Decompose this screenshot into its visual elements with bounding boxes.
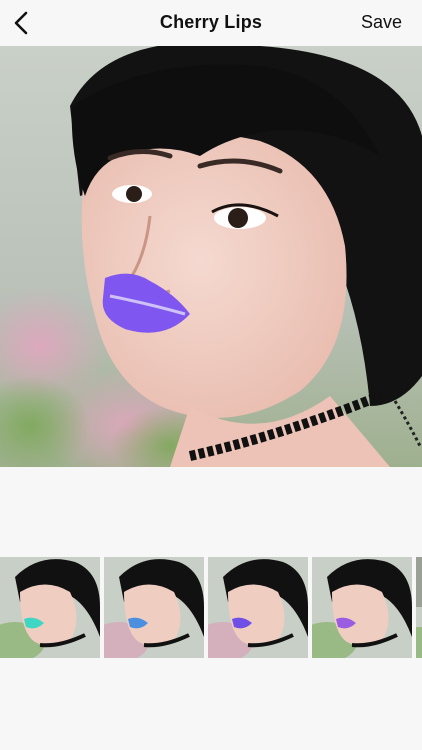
thumbnail-portrait bbox=[416, 557, 422, 658]
thumbnail-portrait bbox=[104, 557, 204, 658]
thumbnail-strip bbox=[0, 557, 422, 658]
save-button[interactable]: Save bbox=[361, 12, 402, 33]
top-bar: Cherry Lips Save bbox=[0, 0, 422, 46]
thumbnail-portrait bbox=[208, 557, 308, 658]
thumbnail-portrait bbox=[312, 557, 412, 658]
thumbnail-portrait bbox=[0, 557, 100, 658]
page-title: Cherry Lips bbox=[159, 12, 263, 32]
main-photo[interactable] bbox=[0, 46, 422, 467]
thumbnail-2[interactable] bbox=[104, 557, 204, 658]
thumbnail-4[interactable] bbox=[312, 557, 412, 658]
thumbnail-5-partial[interactable] bbox=[416, 557, 422, 658]
thumbnail-1[interactable] bbox=[0, 557, 100, 658]
thumbnail-3[interactable] bbox=[208, 557, 308, 658]
portrait-image bbox=[0, 46, 422, 467]
